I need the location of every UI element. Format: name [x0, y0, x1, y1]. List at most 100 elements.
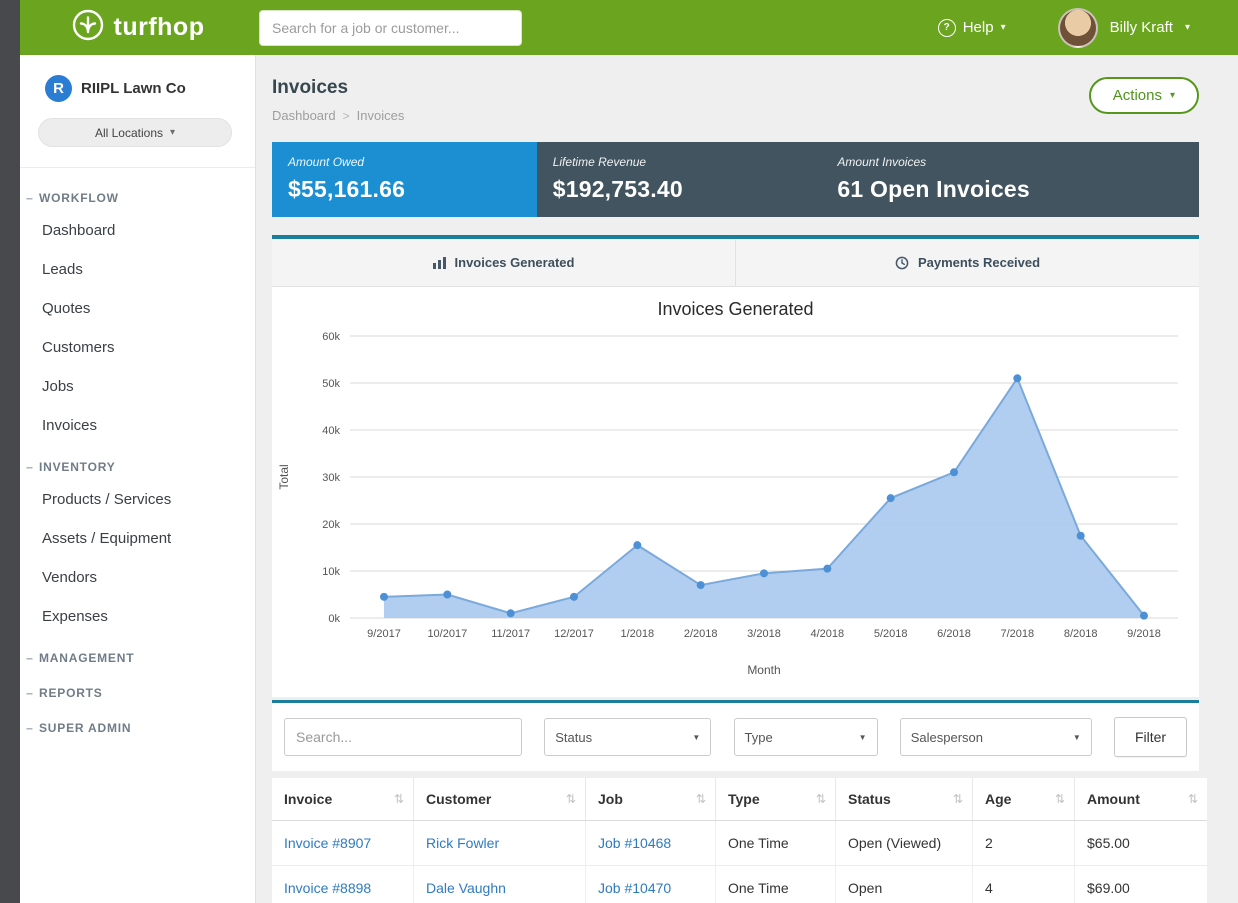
- global-search-input[interactable]: [259, 10, 522, 46]
- page-title: Invoices: [272, 77, 404, 99]
- status-select[interactable]: Status▼: [544, 718, 711, 756]
- actions-button[interactable]: Actions ▾: [1089, 77, 1199, 114]
- column-header-type[interactable]: Type ⇅: [716, 778, 836, 821]
- invoices-table-wrap: Invoice⇅Customer⇅Job⇅Type⇅Status⇅Age⇅Amo…: [272, 778, 1199, 903]
- breadcrumb-dashboard[interactable]: Dashboard: [272, 108, 336, 123]
- chart-area: Invoices Generated 0k10k20k30k40k50k60k9…: [272, 287, 1199, 697]
- stat-card-amount-owed: Amount Owed $55,161.66: [272, 142, 537, 217]
- sidebar-section-reports[interactable]: --REPORTS: [20, 671, 255, 706]
- customer-link[interactable]: Dale Vaughn: [426, 880, 506, 896]
- stat-value: $55,161.66: [288, 176, 521, 203]
- chart-panel: Invoices GeneratedPayments Received Invo…: [272, 235, 1199, 697]
- dashes-icon: --: [26, 721, 32, 735]
- invoices-generated-chart: 0k10k20k30k40k50k60k9/201710/201711/2017…: [272, 324, 1200, 682]
- sidebar-section-management[interactable]: --MANAGEMENT: [20, 636, 255, 671]
- sidebar-section-super-admin[interactable]: -- SUPER ADMIN: [20, 706, 255, 741]
- sidebar-item-invoices[interactable]: Invoices: [20, 406, 255, 445]
- sidebar-item-quotes[interactable]: Quotes: [20, 289, 255, 328]
- cell-status: Open (Viewed): [836, 821, 973, 866]
- cell-type: One Time: [716, 821, 836, 866]
- sort-icon[interactable]: ⇅: [1188, 792, 1198, 806]
- sidebar-section-label: SUPER ADMIN: [39, 721, 131, 735]
- cell-customer: Rick Fowler: [414, 821, 586, 866]
- type-select[interactable]: Type▼: [734, 718, 878, 756]
- sidebar-item-customers[interactable]: Customers: [20, 328, 255, 367]
- svg-text:20k: 20k: [322, 519, 340, 531]
- cell-age: 4: [973, 866, 1075, 903]
- table-search-input[interactable]: [284, 718, 522, 756]
- sidebar-section-label: INVENTORY: [39, 460, 116, 474]
- svg-text:12/2017: 12/2017: [554, 628, 594, 640]
- customer-link[interactable]: Rick Fowler: [426, 835, 499, 851]
- brand[interactable]: turfhop: [20, 8, 255, 47]
- column-header-status[interactable]: Status⇅: [836, 778, 973, 821]
- table-header-row: Invoice⇅Customer⇅Job⇅Type⇅Status⇅Age⇅Amo…: [272, 778, 1207, 821]
- svg-text:10/2017: 10/2017: [427, 628, 467, 640]
- cell-invoice: Invoice #8898: [272, 866, 414, 903]
- filter-button[interactable]: Filter: [1114, 717, 1187, 757]
- sort-icon[interactable]: ⇅: [394, 792, 404, 806]
- cell-customer: Dale Vaughn: [414, 866, 586, 903]
- column-label: Invoice: [284, 791, 332, 807]
- sidebar-item-dashboard[interactable]: Dashboard: [20, 211, 255, 250]
- cell-amount: $65.00: [1075, 821, 1208, 866]
- chevron-down-icon: ▾: [1170, 90, 1175, 101]
- column-header-amount[interactable]: Amount⇅: [1075, 778, 1208, 821]
- sort-icon[interactable]: ⇅: [566, 792, 576, 806]
- help-icon: ?: [938, 19, 956, 37]
- column-header-invoice[interactable]: Invoice ⇅: [272, 778, 414, 821]
- content: Invoices Dashboard > Invoices Actions ▾ …: [256, 55, 1238, 903]
- help-menu[interactable]: ? Help ▾: [938, 19, 1006, 37]
- invoice-link[interactable]: Invoice #8898: [284, 880, 371, 896]
- location-selector[interactable]: All Locations ▾: [38, 118, 232, 147]
- sidebar-item-vendors[interactable]: Vendors: [20, 558, 255, 597]
- sidebar-item-products-services[interactable]: Products / Services: [20, 480, 255, 519]
- stat-label: Amount Invoices: [837, 155, 1183, 169]
- column-header-job[interactable]: Job⇅: [586, 778, 716, 821]
- job-link[interactable]: Job #10468: [598, 835, 671, 851]
- sort-icon[interactable]: ⇅: [953, 792, 963, 806]
- stat-label: Amount Owed: [288, 155, 521, 169]
- bar-chart-icon: [433, 257, 446, 269]
- topbar-right: ? Help ▾ Billy Kraft ▾: [938, 8, 1238, 48]
- dashes-icon: --: [26, 460, 32, 474]
- svg-text:0k: 0k: [328, 613, 340, 625]
- column-header-age[interactable]: Age ⇅: [973, 778, 1075, 821]
- column-label: Type: [728, 791, 760, 807]
- table-row: Invoice #8907 Rick Fowler Job #10468 One Ti…: [272, 821, 1207, 866]
- sidebar-item-expenses[interactable]: Expenses: [20, 597, 255, 636]
- clock-icon: [895, 256, 909, 270]
- sidebar-section-workflow[interactable]: --WORKFLOW: [20, 176, 255, 211]
- caret-down-icon: ▼: [1073, 733, 1081, 742]
- sidebar-section-label: MANAGEMENT: [39, 651, 134, 665]
- sidebar-item-assets-equipment[interactable]: Assets / Equipment: [20, 519, 255, 558]
- sidebar-section-label: WORKFLOW: [39, 191, 119, 205]
- job-link[interactable]: Job #10470: [598, 880, 671, 896]
- svg-text:9/2018: 9/2018: [1127, 628, 1161, 640]
- cell-job: Job #10468: [586, 821, 716, 866]
- turfhop-logo-icon: [71, 8, 105, 47]
- column-header-customer[interactable]: Customer⇅: [414, 778, 586, 821]
- brand-name: turfhop: [114, 13, 205, 42]
- sidebar-section-inventory[interactable]: -- INVENTORY: [20, 445, 255, 480]
- tab-invoices-generated[interactable]: Invoices Generated: [272, 239, 735, 286]
- svg-text:40k: 40k: [322, 425, 340, 437]
- invoice-link[interactable]: Invoice #8907: [284, 835, 371, 851]
- user-name[interactable]: Billy Kraft: [1110, 19, 1173, 36]
- avatar[interactable]: [1058, 8, 1098, 48]
- column-label: Age: [985, 791, 1011, 807]
- sidebar-item-leads[interactable]: Leads: [20, 250, 255, 289]
- svg-text:9/2017: 9/2017: [367, 628, 401, 640]
- select-label: Salesperson: [911, 730, 983, 745]
- stats-row: Amount Owed$55,161.66Lifetime Revenue$19…: [272, 142, 1199, 217]
- sidebar-item-jobs[interactable]: Jobs: [20, 367, 255, 406]
- sort-icon[interactable]: ⇅: [816, 792, 826, 806]
- sort-icon[interactable]: ⇅: [696, 792, 706, 806]
- chevron-down-icon[interactable]: ▾: [1185, 22, 1190, 33]
- salesperson-select[interactable]: Salesperson ▼: [900, 718, 1092, 756]
- breadcrumb-invoices: Invoices: [357, 108, 405, 123]
- svg-text:Month: Month: [747, 663, 780, 677]
- sort-icon[interactable]: ⇅: [1055, 792, 1065, 806]
- table-row: Invoice #8898Dale VaughnJob #10470One Ti…: [272, 866, 1207, 903]
- tab-payments-received[interactable]: Payments Received: [735, 239, 1199, 286]
